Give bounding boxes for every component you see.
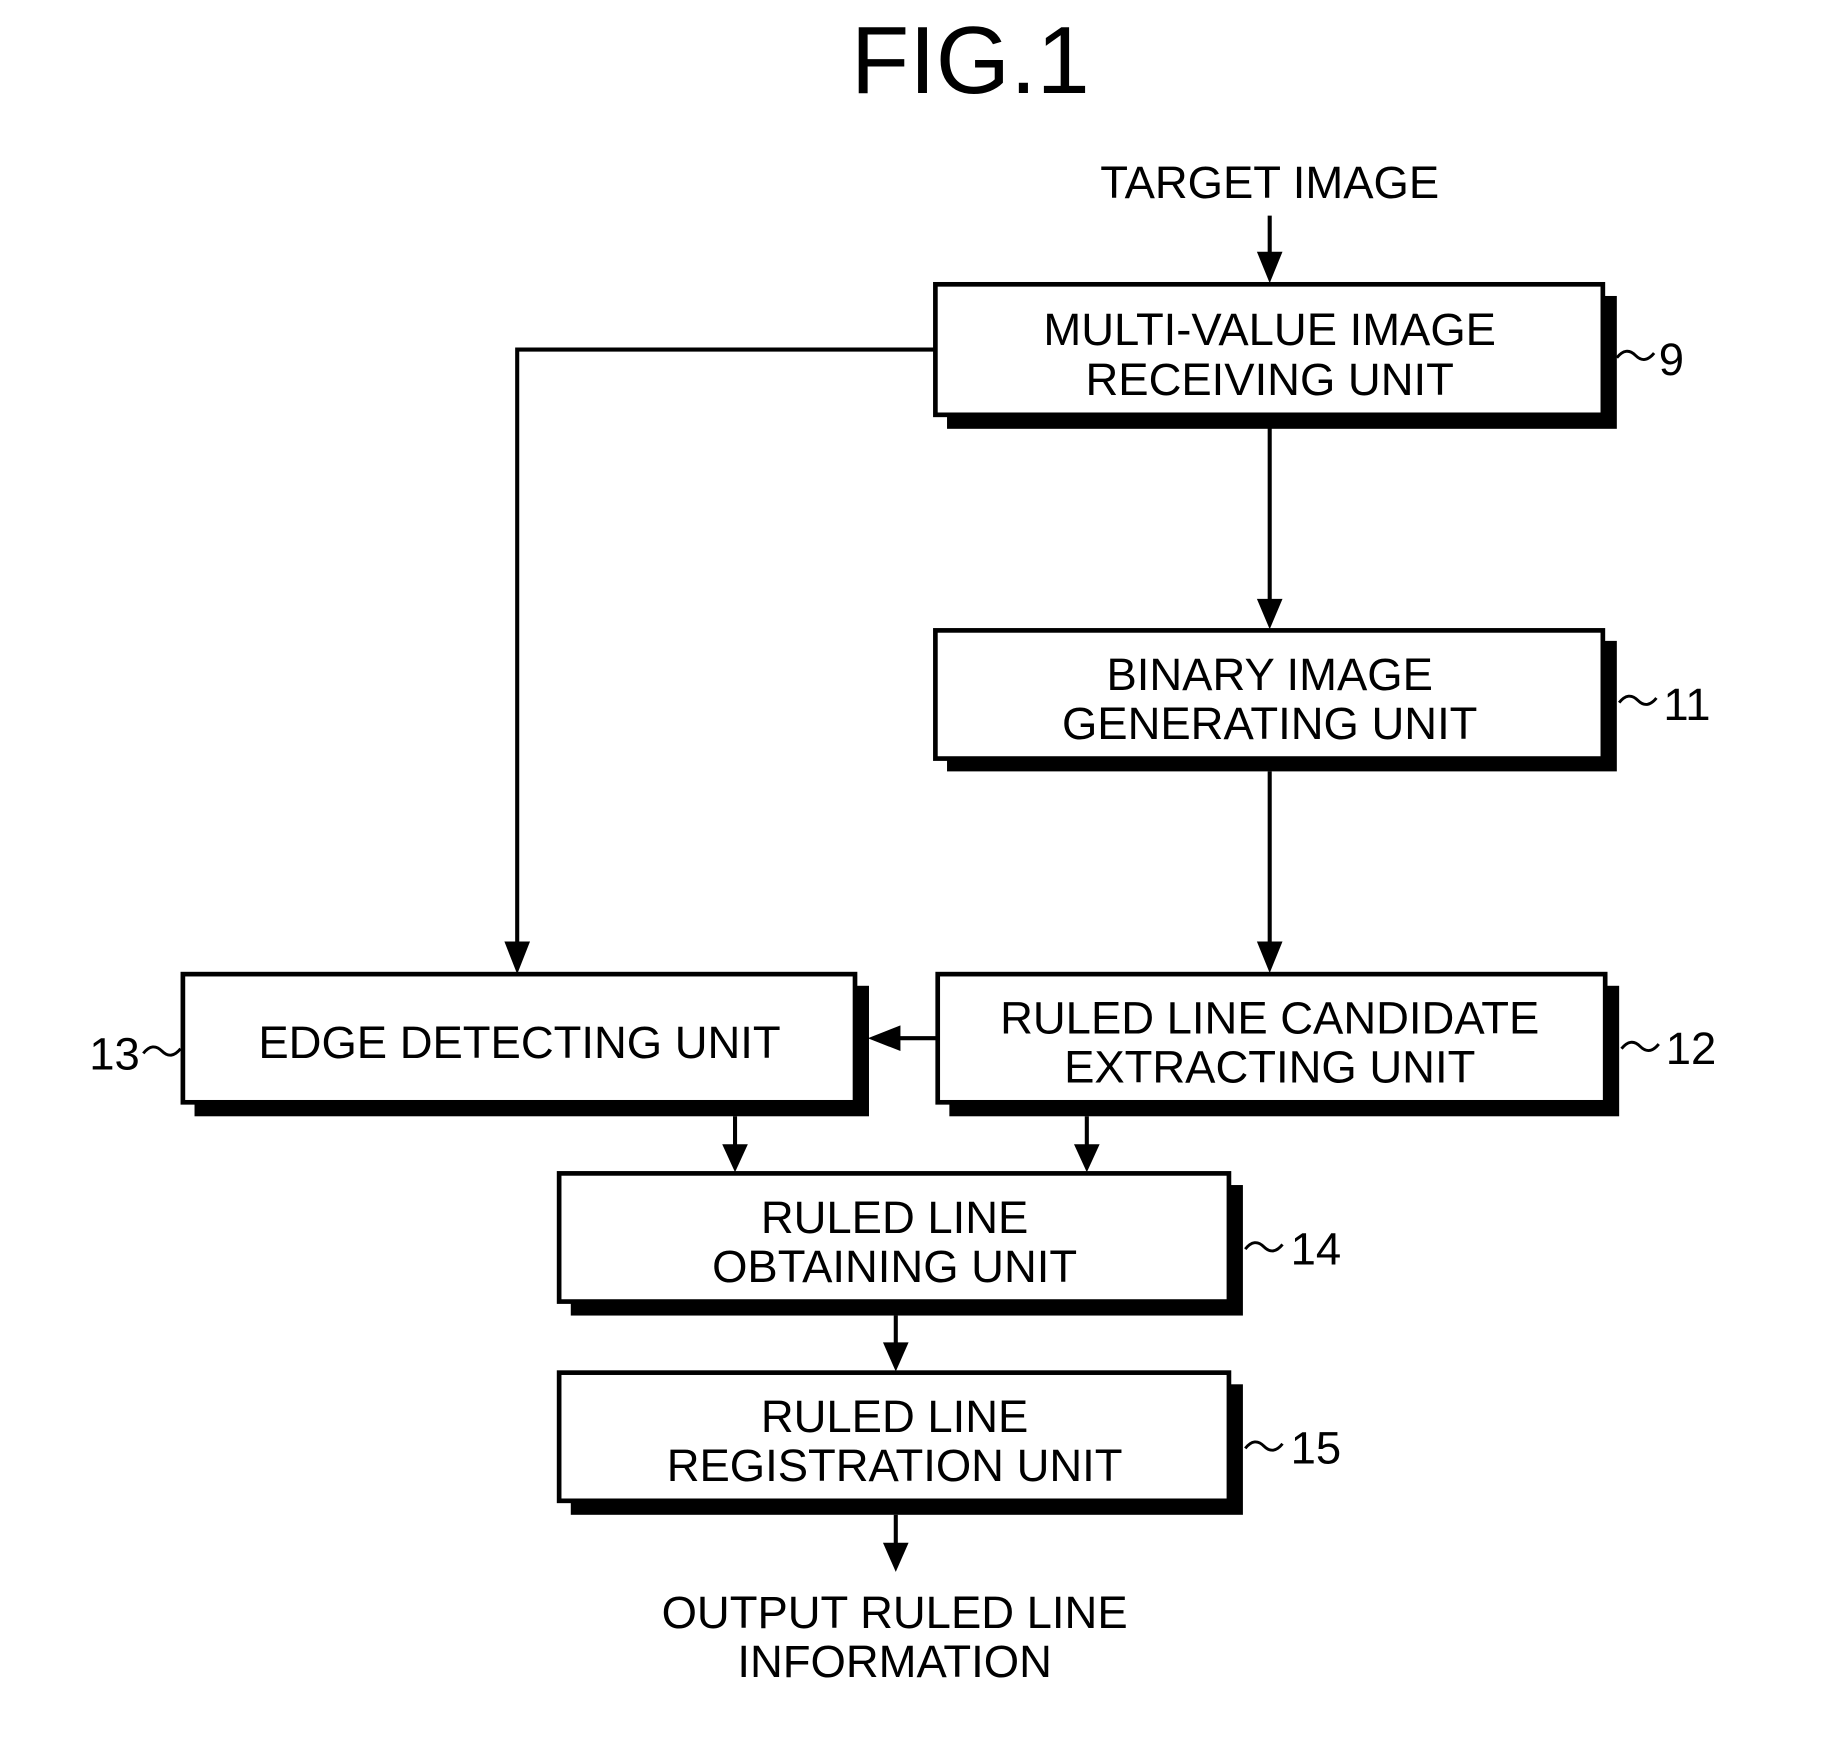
reference-leader [142,1045,182,1057]
unit-binary-image-generating[interactable]: BINARY IMAGE GENERATING UNIT [933,628,1617,772]
arrowhead-icon [882,1342,909,1372]
unit-label-line-1: RULED LINE [761,1391,1029,1442]
unit-label-line-1: BINARY IMAGE [1106,649,1432,700]
reference-number-14: 14 [1291,1223,1342,1274]
output-label-line-1: OUTPUT RULED LINE [662,1587,1128,1638]
unit-ruled-line-candidate-extracting[interactable]: RULED LINE CANDIDATE EXTRACTING UNIT [935,971,1620,1117]
unit-label-line-1: MULTI-VALUE IMAGE [1043,304,1496,355]
unit-label-line-1: RULED LINE CANDIDATE [1000,993,1539,1044]
reference-number-9: 9 [1659,334,1684,385]
unit-multi-value-image-receiving[interactable]: MULTI-VALUE IMAGE RECEIVING UNIT [933,281,1617,429]
reference-number-12: 12 [1666,1023,1717,1074]
reference-number-13: 13 [89,1029,140,1080]
figure-title: FIG.1 [851,8,1090,114]
arrow-9-to-13 [515,347,936,950]
reference-leader [1244,1440,1284,1452]
unit-edge-detecting[interactable]: EDGE DETECTING UNIT [180,971,869,1117]
reference-number-15: 15 [1291,1423,1342,1474]
reference-leader [1615,349,1656,361]
arrowhead-icon [1256,251,1283,284]
arrowhead-icon [722,1144,748,1173]
arrowhead-icon [1256,941,1283,973]
arrowhead-icon [1074,1144,1100,1173]
unit-ruled-line-registration[interactable]: RULED LINE REGISTRATION UNIT [556,1370,1243,1515]
unit-ruled-line-obtaining[interactable]: RULED LINE OBTAINING UNIT [556,1171,1243,1316]
unit-label-line-2: REGISTRATION UNIT [667,1440,1123,1491]
arrowhead-icon [1256,598,1283,630]
unit-label-line-2: EXTRACTING UNIT [1064,1041,1475,1092]
unit-label-line-1: RULED LINE [761,1192,1029,1243]
output-label-line-2: INFORMATION [737,1636,1052,1687]
arrowhead-icon [867,1025,901,1052]
arrowhead-icon [882,1542,909,1572]
unit-label-line-1: EDGE DETECTING UNIT [258,1017,780,1068]
reference-leader [1620,1040,1660,1052]
arrowhead-icon [504,941,531,975]
unit-label-line-2: OBTAINING UNIT [712,1241,1077,1292]
block-diagram: FIG.1 TARGET IMAGE MULTI-VALUE IMAGE REC… [89,8,1717,1687]
unit-label-line-2: RECEIVING UNIT [1085,354,1453,405]
input-label: TARGET IMAGE [1100,157,1439,208]
reference-number-11: 11 [1663,679,1710,730]
reference-leader [1618,694,1658,706]
unit-label-line-2: GENERATING UNIT [1062,698,1477,749]
reference-leader [1244,1241,1284,1253]
